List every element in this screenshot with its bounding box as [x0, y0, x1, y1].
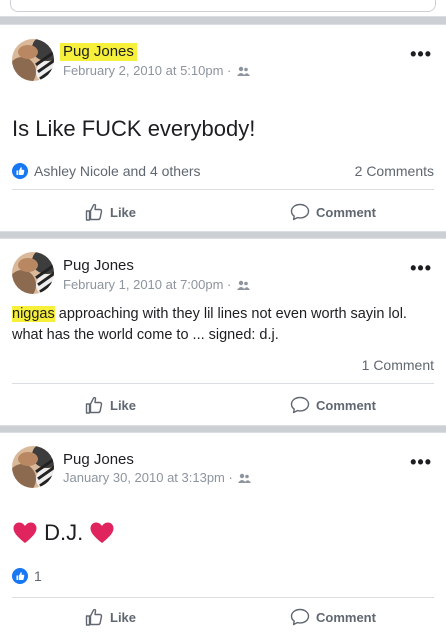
- avatar[interactable]: [12, 252, 54, 294]
- friends-icon: [238, 473, 252, 483]
- post-timestamp[interactable]: February 2, 2010 at 5:10pm ·: [63, 63, 250, 79]
- thumbs-up-icon: [85, 203, 103, 221]
- reaction-summary[interactable]: 1: [12, 567, 42, 585]
- comment-count[interactable]: 1 Comment: [362, 356, 434, 374]
- like-label: Like: [110, 610, 137, 625]
- thumbs-up-icon: [85, 396, 103, 414]
- author-name[interactable]: Pug Jones: [63, 451, 134, 469]
- comment-icon: [290, 608, 310, 626]
- post-date: January 30, 2010 at 3:13pm ·: [63, 470, 237, 485]
- thumbs-up-icon: [85, 608, 103, 626]
- post-text: Is Like FUCK everybody!: [12, 116, 256, 141]
- divider: [12, 597, 434, 598]
- comment-label: Comment: [316, 610, 376, 625]
- comment-count[interactable]: 2 Comments: [355, 162, 434, 180]
- author-name[interactable]: Pug Jones: [63, 257, 134, 275]
- comment-button[interactable]: Comment: [290, 395, 376, 415]
- author-name[interactable]: Pug Jones: [60, 43, 137, 61]
- comment-button[interactable]: Comment: [290, 607, 376, 627]
- like-reaction-icon: [12, 163, 28, 179]
- divider: [12, 189, 434, 190]
- post-date: February 1, 2010 at 7:00pm ·: [63, 277, 235, 292]
- comment-icon: [290, 203, 310, 221]
- post-timestamp[interactable]: January 30, 2010 at 3:13pm ·: [63, 470, 252, 486]
- heart-icon: [13, 522, 37, 543]
- reaction-count: 1: [34, 568, 42, 584]
- post-text: niggas approaching with they lil lines n…: [12, 304, 432, 346]
- reaction-names: Ashley Nicole and 4 others: [34, 163, 201, 179]
- friends-icon: [236, 66, 250, 76]
- heart-icon: [90, 522, 114, 543]
- avatar[interactable]: [12, 446, 54, 488]
- more-options-icon[interactable]: •••: [410, 453, 432, 471]
- post-text: D.J.: [12, 519, 115, 547]
- post: Pug Jones February 1, 2010 at 7:00pm · •…: [0, 238, 446, 426]
- avatar[interactable]: [12, 39, 54, 81]
- like-button[interactable]: Like: [84, 395, 136, 415]
- friends-icon: [236, 280, 250, 290]
- like-label: Like: [110, 398, 137, 413]
- more-options-icon[interactable]: •••: [410, 259, 432, 277]
- comment-label: Comment: [316, 398, 376, 413]
- post: Pug Jones January 30, 2010 at 3:13pm · •…: [0, 432, 446, 641]
- divider: [12, 383, 434, 384]
- like-reaction-icon: [12, 568, 28, 584]
- like-button[interactable]: Like: [84, 607, 136, 627]
- post-date: February 2, 2010 at 5:10pm ·: [63, 63, 235, 78]
- comment-label: Comment: [316, 205, 376, 220]
- post-text-rest: approaching with they lil lines not even…: [12, 306, 407, 343]
- reaction-summary[interactable]: Ashley Nicole and 4 others: [12, 162, 201, 180]
- post: Pug Jones February 2, 2010 at 5:10pm · •…: [0, 24, 446, 232]
- post-text-value: D.J.: [44, 520, 84, 545]
- more-options-icon[interactable]: •••: [410, 45, 432, 63]
- previous-post-edge: [0, 0, 446, 17]
- like-button[interactable]: Like: [84, 202, 136, 222]
- comment-icon: [290, 396, 310, 414]
- comment-button[interactable]: Comment: [290, 202, 376, 222]
- highlighted-word: niggas: [12, 306, 55, 322]
- post-timestamp[interactable]: February 1, 2010 at 7:00pm ·: [63, 277, 250, 293]
- like-label: Like: [110, 205, 137, 220]
